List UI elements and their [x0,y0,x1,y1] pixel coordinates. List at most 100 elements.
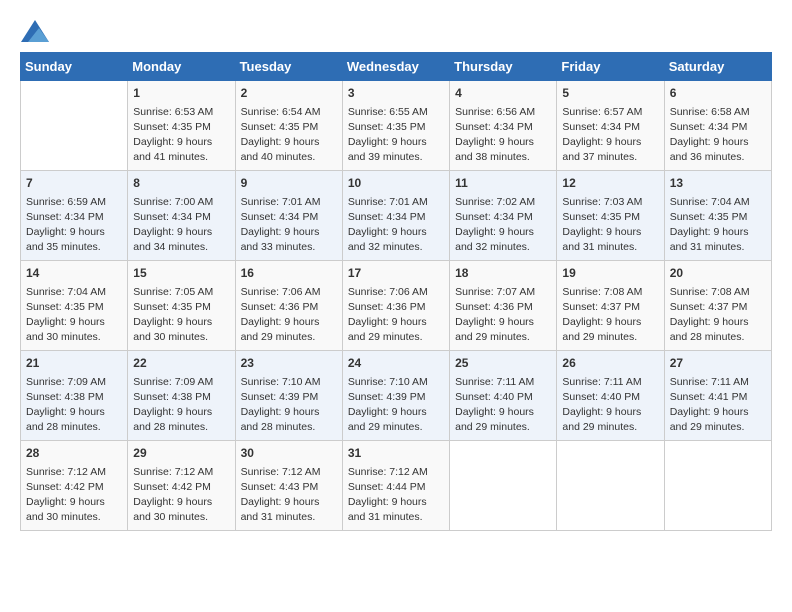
day-info: Daylight: 9 hours [133,315,229,330]
day-info: and 29 minutes. [455,420,551,435]
day-info: Sunset: 4:38 PM [133,390,229,405]
day-info: Sunset: 4:36 PM [455,300,551,315]
day-info: Daylight: 9 hours [348,135,444,150]
day-info: Sunrise: 7:12 AM [26,465,122,480]
day-number: 3 [348,85,444,102]
day-cell-29: 29Sunrise: 7:12 AMSunset: 4:42 PMDayligh… [128,441,235,531]
day-cell-30: 30Sunrise: 7:12 AMSunset: 4:43 PMDayligh… [235,441,342,531]
day-info: Daylight: 9 hours [241,495,337,510]
day-info: Sunrise: 7:11 AM [670,375,766,390]
day-cell-23: 23Sunrise: 7:10 AMSunset: 4:39 PMDayligh… [235,351,342,441]
day-number: 28 [26,445,122,462]
day-info: Daylight: 9 hours [26,315,122,330]
day-info: Sunset: 4:43 PM [241,480,337,495]
day-info: Sunrise: 7:11 AM [562,375,658,390]
day-info: Sunrise: 6:54 AM [241,105,337,120]
day-info: Sunrise: 7:00 AM [133,195,229,210]
day-cell-15: 15Sunrise: 7:05 AMSunset: 4:35 PMDayligh… [128,261,235,351]
day-info: Sunrise: 7:08 AM [562,285,658,300]
day-info: and 37 minutes. [562,150,658,165]
day-info: Daylight: 9 hours [670,315,766,330]
day-info: Daylight: 9 hours [26,225,122,240]
day-info: Daylight: 9 hours [133,135,229,150]
day-info: Daylight: 9 hours [455,135,551,150]
day-cell-1: 1Sunrise: 6:53 AMSunset: 4:35 PMDaylight… [128,81,235,171]
day-info: Daylight: 9 hours [241,135,337,150]
day-info: Daylight: 9 hours [241,225,337,240]
day-number: 11 [455,175,551,192]
week-row-5: 28Sunrise: 7:12 AMSunset: 4:42 PMDayligh… [21,441,772,531]
day-number: 17 [348,265,444,282]
day-info: and 30 minutes. [26,510,122,525]
day-number: 26 [562,355,658,372]
day-info: Sunset: 4:37 PM [562,300,658,315]
header-friday: Friday [557,53,664,81]
day-number: 1 [133,85,229,102]
day-info: Daylight: 9 hours [348,405,444,420]
day-info: and 38 minutes. [455,150,551,165]
day-info: Sunset: 4:35 PM [241,120,337,135]
day-cell-6: 6Sunrise: 6:58 AMSunset: 4:34 PMDaylight… [664,81,771,171]
day-info: Sunrise: 7:01 AM [348,195,444,210]
day-number: 2 [241,85,337,102]
day-cell-20: 20Sunrise: 7:08 AMSunset: 4:37 PMDayligh… [664,261,771,351]
day-info: and 29 minutes. [562,420,658,435]
day-info: Sunset: 4:35 PM [133,300,229,315]
empty-cell [450,441,557,531]
day-info: Daylight: 9 hours [348,315,444,330]
header-thursday: Thursday [450,53,557,81]
day-info: Sunrise: 7:10 AM [348,375,444,390]
day-info: Daylight: 9 hours [241,405,337,420]
day-info: Sunset: 4:35 PM [26,300,122,315]
day-info: Daylight: 9 hours [348,495,444,510]
week-row-4: 21Sunrise: 7:09 AMSunset: 4:38 PMDayligh… [21,351,772,441]
day-info: Sunset: 4:34 PM [562,120,658,135]
day-info: Sunset: 4:40 PM [562,390,658,405]
day-info: Daylight: 9 hours [348,225,444,240]
day-cell-16: 16Sunrise: 7:06 AMSunset: 4:36 PMDayligh… [235,261,342,351]
logo [20,20,49,42]
day-info: Sunset: 4:34 PM [348,210,444,225]
day-info: Sunset: 4:35 PM [670,210,766,225]
day-info: Sunset: 4:34 PM [455,120,551,135]
empty-cell [557,441,664,531]
empty-cell [21,81,128,171]
day-number: 27 [670,355,766,372]
day-info: Sunset: 4:35 PM [562,210,658,225]
day-info: Sunrise: 6:55 AM [348,105,444,120]
day-cell-25: 25Sunrise: 7:11 AMSunset: 4:40 PMDayligh… [450,351,557,441]
day-info: Sunrise: 7:11 AM [455,375,551,390]
day-info: and 29 minutes. [241,330,337,345]
day-info: and 30 minutes. [133,330,229,345]
day-number: 13 [670,175,766,192]
day-number: 19 [562,265,658,282]
day-number: 7 [26,175,122,192]
day-number: 15 [133,265,229,282]
day-info: Daylight: 9 hours [455,405,551,420]
day-info: Sunset: 4:38 PM [26,390,122,405]
day-info: Sunset: 4:36 PM [241,300,337,315]
day-number: 14 [26,265,122,282]
day-info: Sunset: 4:36 PM [348,300,444,315]
day-info: Sunset: 4:44 PM [348,480,444,495]
day-info: Sunset: 4:35 PM [348,120,444,135]
day-cell-27: 27Sunrise: 7:11 AMSunset: 4:41 PMDayligh… [664,351,771,441]
day-info: and 29 minutes. [348,330,444,345]
day-cell-9: 9Sunrise: 7:01 AMSunset: 4:34 PMDaylight… [235,171,342,261]
day-info: and 39 minutes. [348,150,444,165]
day-cell-13: 13Sunrise: 7:04 AMSunset: 4:35 PMDayligh… [664,171,771,261]
day-info: Sunrise: 6:57 AM [562,105,658,120]
day-info: Sunset: 4:34 PM [670,120,766,135]
day-info: Sunset: 4:34 PM [241,210,337,225]
day-info: Sunset: 4:39 PM [348,390,444,405]
day-number: 8 [133,175,229,192]
day-cell-24: 24Sunrise: 7:10 AMSunset: 4:39 PMDayligh… [342,351,449,441]
day-cell-12: 12Sunrise: 7:03 AMSunset: 4:35 PMDayligh… [557,171,664,261]
calendar-table: SundayMondayTuesdayWednesdayThursdayFrid… [20,52,772,531]
day-info: Daylight: 9 hours [562,405,658,420]
day-info: Daylight: 9 hours [133,495,229,510]
day-info: Sunset: 4:34 PM [455,210,551,225]
day-info: and 28 minutes. [26,420,122,435]
header-monday: Monday [128,53,235,81]
day-info: and 34 minutes. [133,240,229,255]
